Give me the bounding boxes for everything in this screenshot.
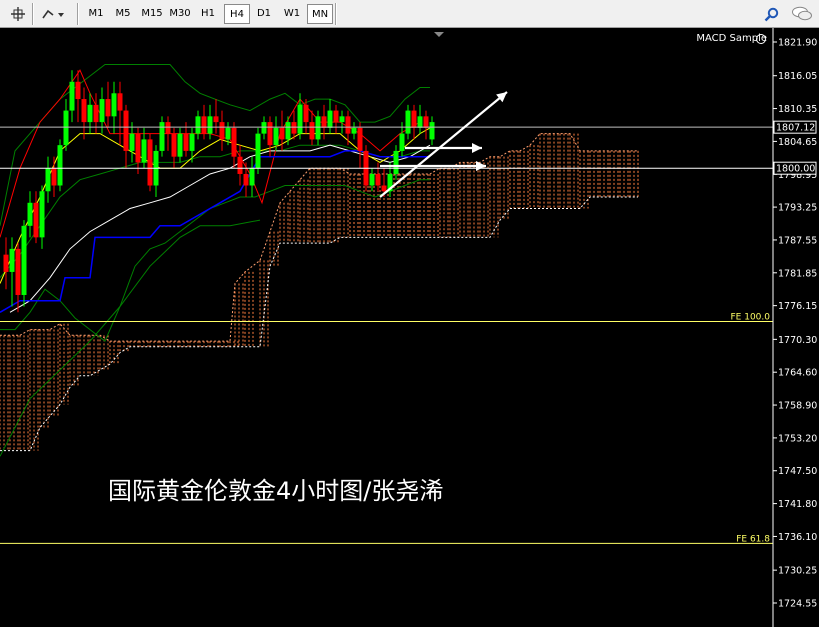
price-tick-label: 1787.55 [778, 235, 817, 246]
candlestick[interactable] [327, 99, 333, 134]
candlestick[interactable] [189, 127, 195, 163]
price-tick-label: 1764.60 [778, 368, 817, 379]
candlestick[interactable] [195, 110, 201, 140]
timeframe-m30-button[interactable]: M30 [167, 4, 193, 24]
candlestick[interactable] [111, 81, 117, 134]
tenkan-sen-line [0, 69, 421, 238]
line-studies-icon[interactable] [40, 4, 66, 24]
toolbar: M1 M5 M15 M30 H1 H4 D1 W1 MN [0, 0, 819, 28]
candlestick[interactable] [75, 70, 81, 123]
candlestick[interactable] [105, 81, 111, 128]
candlestick[interactable] [117, 81, 123, 146]
chat-icon[interactable] [790, 4, 814, 24]
candlestick[interactable] [309, 110, 315, 146]
candlestick[interactable] [321, 104, 327, 140]
price-tick-label: 1741.80 [778, 499, 817, 510]
timeframe-mn-button[interactable]: MN [307, 4, 333, 24]
candlestick[interactable] [123, 104, 129, 169]
chart-watermark-title: 国际黄金伦敦金4小时图/张尧浠 [108, 477, 444, 505]
chart-shift-marker[interactable] [434, 32, 444, 37]
candlestick[interactable] [315, 110, 321, 146]
candlestick[interactable] [285, 116, 291, 146]
price-tick-label: 1821.90 [778, 38, 817, 49]
candlestick[interactable] [3, 237, 9, 290]
candlestick[interactable] [51, 156, 57, 198]
price-tick-label: 1770.30 [778, 335, 817, 346]
candlestick[interactable] [33, 191, 39, 244]
candlestick[interactable] [57, 139, 63, 192]
fib-level-label: FE 100.0 [731, 312, 771, 322]
timeframe-m15-button[interactable]: M15 [139, 4, 165, 24]
price-tick-label: 1747.50 [778, 466, 817, 477]
price-tick-label: 1781.85 [778, 268, 817, 279]
price-tick-label: 1816.05 [778, 71, 817, 82]
price-tick-label: 1776.15 [778, 301, 817, 312]
candlestick[interactable] [357, 122, 363, 169]
bollinger-lower-line [0, 179, 430, 342]
candlestick[interactable] [429, 116, 435, 146]
candlestick[interactable] [261, 116, 267, 140]
cloud-lower-edge [0, 196, 638, 452]
candlestick[interactable] [255, 127, 261, 174]
price-tick-label: 1753.20 [778, 433, 817, 444]
candlestick[interactable] [213, 99, 219, 134]
candlestick[interactable] [219, 110, 225, 151]
price-chart[interactable]: FE 100.0 FE 61.8 1821.90 1816.05 1810.35 180… [0, 28, 819, 627]
price-level-label: 1800.00 [776, 164, 815, 175]
candlestick[interactable] [159, 116, 165, 157]
price-tick-label: 1810.35 [778, 104, 817, 115]
timeframe-d1-button[interactable]: D1 [251, 4, 277, 24]
candlestick[interactable] [15, 243, 21, 313]
price-tick-label: 1736.10 [778, 532, 817, 543]
candlestick[interactable] [291, 110, 297, 140]
timeframe-w1-button[interactable]: W1 [279, 4, 305, 24]
candlestick[interactable] [201, 104, 207, 140]
candlestick[interactable] [129, 122, 135, 163]
search-icon[interactable] [762, 4, 780, 24]
candlestick[interactable] [135, 127, 141, 174]
candlestick[interactable] [21, 220, 27, 307]
candlestick[interactable] [9, 237, 15, 307]
crosshair-icon[interactable] [10, 4, 26, 24]
candlestick[interactable] [231, 122, 237, 169]
candlestick[interactable] [63, 99, 69, 151]
price-tick-label: 1793.25 [778, 203, 817, 214]
candlestick[interactable] [27, 191, 33, 238]
candlestick[interactable] [243, 162, 249, 198]
price-tick-label: 1724.55 [778, 599, 817, 610]
timeframe-h4-button[interactable]: H4 [224, 4, 250, 24]
candlestick[interactable] [333, 104, 339, 134]
candlestick[interactable] [351, 122, 357, 140]
candlestick[interactable] [45, 156, 51, 203]
candlestick[interactable] [405, 104, 411, 140]
timeframe-m1-button[interactable]: M1 [83, 4, 109, 24]
candlestick[interactable] [165, 116, 171, 151]
timeframe-h1-button[interactable]: H1 [195, 4, 221, 24]
lagging-span-line [0, 219, 261, 457]
candlestick[interactable] [69, 70, 75, 123]
candlestick[interactable] [345, 110, 351, 146]
candlestick[interactable] [249, 156, 255, 198]
candlestick[interactable] [423, 110, 429, 140]
candlestick[interactable] [147, 133, 153, 192]
candlestick[interactable] [39, 185, 45, 249]
indicator-close-icon[interactable] [756, 34, 766, 44]
timeframe-m5-button[interactable]: M5 [110, 4, 136, 24]
candlestick[interactable] [417, 104, 423, 134]
candlestick[interactable] [411, 104, 417, 140]
candlestick[interactable] [81, 87, 87, 140]
price-tick-label: 1730.25 [778, 566, 817, 577]
price-tick-label: 1804.65 [778, 137, 817, 148]
candlestick[interactable] [177, 127, 183, 163]
candlestick[interactable] [297, 93, 303, 140]
fib-level-label: FE 61.8 [736, 534, 770, 544]
price-tick-label: 1758.90 [778, 401, 817, 412]
price-level-label: 1807.12 [776, 123, 815, 134]
candlestick[interactable] [153, 145, 159, 198]
